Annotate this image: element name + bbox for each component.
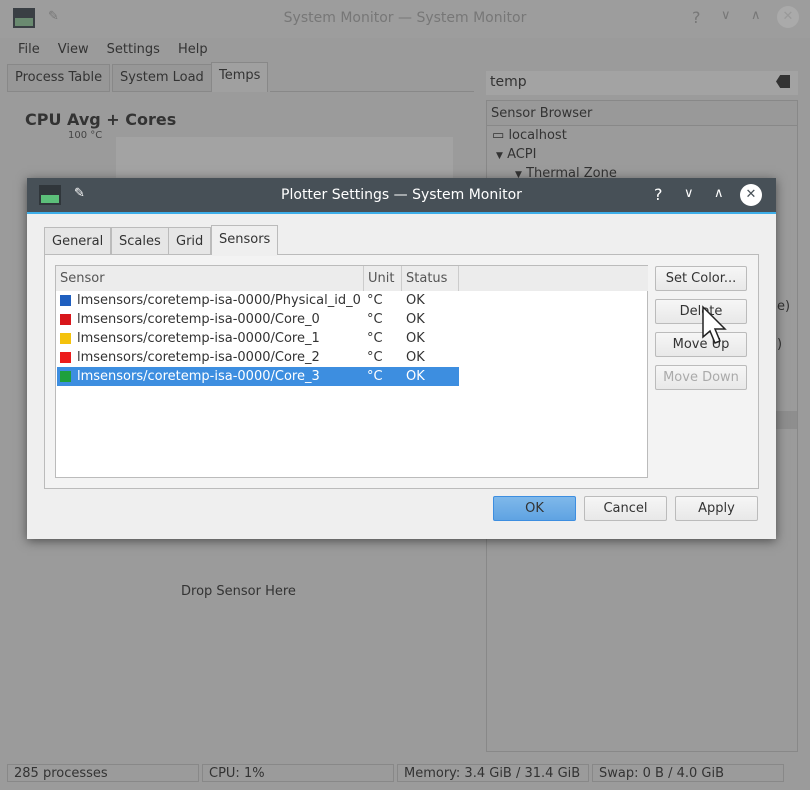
tab-join — [212, 254, 277, 256]
title-accent — [27, 212, 776, 214]
sensor-status: OK — [406, 350, 425, 365]
sensor-unit: °C — [367, 331, 383, 346]
minimize-icon[interactable]: ∨ — [684, 186, 694, 201]
partial-text: e) — [777, 299, 791, 314]
search-input[interactable]: temp — [486, 71, 798, 95]
triangle-down-icon: ▼ — [496, 151, 503, 161]
status-processes: 285 processes — [7, 764, 199, 782]
clear-icon[interactable] — [776, 75, 790, 88]
tab-divider — [270, 91, 474, 92]
close-icon[interactable]: ✕ — [740, 184, 762, 206]
tab-process-table[interactable]: Process Table — [7, 64, 111, 92]
sensor-browser-header: Sensor Browser — [487, 101, 797, 126]
window-title: System Monitor — System Monitor — [283, 10, 527, 26]
tab-grid[interactable]: Grid — [168, 227, 212, 255]
sensor-status: OK — [406, 312, 425, 327]
plot-title: CPU Avg + Cores — [25, 110, 177, 129]
status-cpu: CPU: 1% — [202, 764, 394, 782]
table-row[interactable]: lmsensors/coretemp-isa-0000/Core_3 °C OK — [57, 367, 459, 386]
mouse-cursor-icon — [702, 305, 727, 344]
sensor-name: lmsensors/coretemp-isa-0000/Core_2 — [77, 350, 320, 365]
sensor-name: lmsensors/coretemp-isa-0000/Physical_id_… — [77, 293, 361, 308]
sensor-unit: °C — [367, 293, 383, 308]
dialog-title: Plotter Settings — System Monitor — [281, 187, 522, 203]
color-swatch — [60, 371, 71, 382]
tab-sensors[interactable]: Sensors — [211, 225, 279, 255]
partial-text: ) — [777, 337, 783, 352]
apply-button[interactable]: Apply — [675, 496, 758, 521]
sensor-status: OK — [406, 331, 425, 346]
help-icon[interactable]: ? — [692, 8, 701, 27]
tab-system-load[interactable]: System Load — [112, 64, 212, 92]
menu-settings[interactable]: Settings — [107, 42, 160, 57]
tab-general[interactable]: General — [44, 227, 112, 255]
maximize-icon[interactable]: ∧ — [714, 186, 724, 201]
set-color-button[interactable]: Set Color... — [655, 266, 747, 291]
table-row[interactable]: lmsensors/coretemp-isa-0000/Core_2 °C OK — [57, 348, 459, 367]
menubar: File View Settings Help — [0, 38, 810, 62]
sensor-unit: °C — [367, 369, 383, 384]
sensor-unit: °C — [367, 350, 383, 365]
table-header: Sensor Unit Status — [56, 266, 648, 291]
sensor-status: OK — [406, 369, 425, 384]
tree-item-acpi[interactable]: ▼ ACPI — [496, 147, 536, 162]
table-row[interactable]: lmsensors/coretemp-isa-0000/Core_1 °C OK — [57, 329, 459, 348]
menu-help[interactable]: Help — [178, 42, 208, 57]
color-swatch — [60, 295, 71, 306]
column-unit[interactable]: Unit — [368, 271, 394, 286]
search-value: temp — [490, 74, 527, 90]
color-swatch — [60, 333, 71, 344]
sensor-name: lmsensors/coretemp-isa-0000/Core_0 — [77, 312, 320, 327]
sensor-unit: °C — [367, 312, 383, 327]
cancel-button[interactable]: Cancel — [584, 496, 667, 521]
move-down-button[interactable]: Move Down — [655, 365, 747, 390]
tree-item-localhost[interactable]: ▭ localhost — [492, 128, 567, 143]
sensor-name: lmsensors/coretemp-isa-0000/Core_1 — [77, 331, 320, 346]
status-memory: Memory: 3.4 GiB / 31.4 GiB — [397, 764, 589, 782]
tab-temps[interactable]: Temps — [211, 62, 269, 92]
status-swap: Swap: 0 B / 4.0 GiB — [592, 764, 784, 782]
drop-sensor-label: Drop Sensor Here — [181, 584, 296, 599]
table-row[interactable]: lmsensors/coretemp-isa-0000/Physical_id_… — [57, 291, 459, 310]
sensor-status: OK — [406, 293, 425, 308]
table-row[interactable]: lmsensors/coretemp-isa-0000/Core_0 °C OK — [57, 310, 459, 329]
column-sensor[interactable]: Sensor — [60, 271, 105, 286]
monitor-icon: ▭ — [492, 128, 505, 143]
close-icon[interactable]: ✕ — [777, 6, 799, 28]
menu-file[interactable]: File — [18, 42, 40, 57]
color-swatch — [60, 314, 71, 325]
main-titlebar: ✎ System Monitor — System Monitor ? ∨ ∧ … — [0, 0, 810, 38]
menu-view[interactable]: View — [58, 42, 89, 57]
help-icon[interactable]: ? — [654, 185, 663, 204]
tab-scales[interactable]: Scales — [111, 227, 169, 255]
sensor-name: lmsensors/coretemp-isa-0000/Core_3 — [77, 369, 320, 384]
column-status[interactable]: Status — [406, 271, 447, 286]
minimize-icon[interactable]: ∨ — [721, 8, 731, 23]
color-swatch — [60, 352, 71, 363]
maximize-icon[interactable]: ∧ — [751, 8, 761, 23]
ok-button[interactable]: OK — [493, 496, 576, 521]
tree-item-label: localhost — [508, 128, 567, 143]
tree-item-label: ACPI — [507, 147, 537, 162]
plot-ymax-label: 100 °C — [68, 130, 103, 141]
dialog-titlebar: ✎ Plotter Settings — System Monitor ? ∨ … — [27, 178, 776, 212]
tree-selection-band — [775, 411, 797, 429]
